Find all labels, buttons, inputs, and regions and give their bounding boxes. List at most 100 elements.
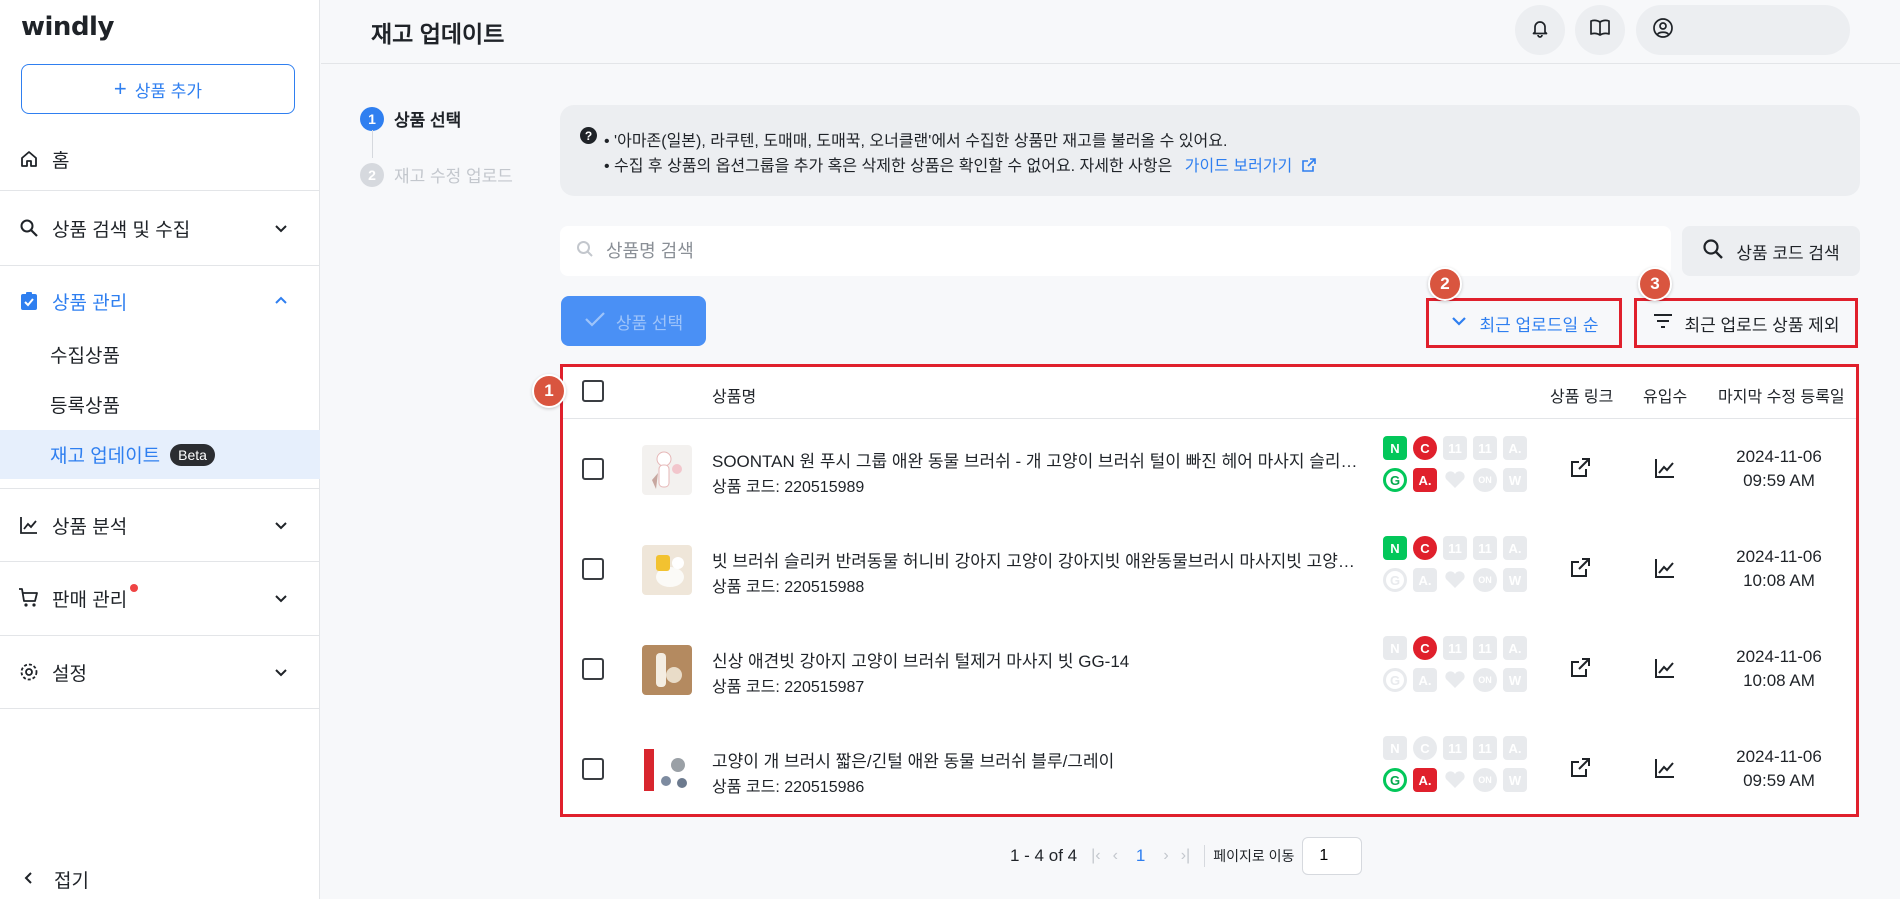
row-checkbox[interactable] [582, 658, 604, 680]
info-notice: ? • '아마존(일본), 라쿠텐, 도매매, 도매꾹, 오너클랜'에서 수집한… [560, 105, 1860, 196]
exclude-recent-filter-button[interactable]: 최근 업로드 상품 제외 [1634, 298, 1858, 348]
prev-page-icon[interactable]: ‹ [1113, 847, 1118, 865]
date: 2024-11-06 [1736, 647, 1822, 666]
table-row[interactable]: 고양이 개 브러시 짧은/긴털 애완 동물 브러쉬 블루/그레이 상품 코드: … [563, 719, 1856, 819]
last-page-icon[interactable]: ›| [1181, 847, 1190, 865]
line-chart-icon[interactable] [1652, 555, 1678, 581]
line-chart-icon[interactable] [1652, 655, 1678, 681]
gmarket-icon: G [1383, 768, 1407, 792]
gear-icon [18, 661, 40, 683]
goto-page-input[interactable] [1302, 837, 1363, 875]
heart-market-icon [1443, 768, 1467, 792]
heart-market-icon [1443, 468, 1467, 492]
product-thumbnail [642, 745, 692, 795]
11st-global-market-icon: 11 [1473, 436, 1497, 460]
chevron-down-icon [272, 663, 290, 681]
date: 2024-11-06 [1736, 547, 1822, 566]
heart-market-icon [1443, 668, 1467, 692]
top-header: 재고 업데이트 [321, 0, 1900, 64]
notification-button[interactable] [1515, 5, 1565, 55]
sidebar-item-settings[interactable]: 설정 [0, 644, 320, 700]
last-modified-date: 2024-11-06 09:59 AM [1719, 445, 1839, 493]
sort-dropdown[interactable]: 최근 업로드일 순 [1426, 298, 1622, 348]
chevron-down-icon [272, 516, 290, 534]
add-product-label: 상품 추가 [134, 81, 203, 101]
first-page-icon[interactable]: |‹ [1091, 847, 1100, 865]
check-icon [584, 310, 606, 333]
external-link-icon[interactable] [1567, 655, 1593, 681]
time: 10:08 AM [1743, 671, 1815, 690]
auction-active-icon: A. [1413, 468, 1437, 492]
table-row[interactable]: 빗 브러쉬 슬리커 반려동물 허니비 강아지 고양이 강아지빗 애완동물브러시 … [563, 519, 1856, 619]
guide-link[interactable]: 가이드 보러가기 [1185, 158, 1317, 175]
external-link-icon[interactable] [1567, 455, 1593, 481]
line-chart-icon[interactable] [1652, 455, 1678, 481]
add-product-button[interactable]: + 상품 추가 [21, 64, 295, 114]
header-product-name: 상품명 [712, 389, 757, 406]
lotteon-market-icon: ON [1473, 468, 1497, 492]
header-product-link: 상품 링크 [1550, 389, 1614, 406]
11st-global-market-icon: 11 [1473, 636, 1497, 660]
user-menu[interactable] [1636, 5, 1850, 55]
step-connector [372, 130, 373, 158]
sidebar-item-analytics[interactable]: 상품 분석 [0, 497, 320, 553]
select-products-button[interactable]: 상품 선택 [561, 296, 706, 346]
time: 09:59 AM [1743, 771, 1815, 790]
info-line-1: • '아마존(일본), 라쿠텐, 도매매, 도매꾹, 오너클랜'에서 수집한 상… [604, 133, 1228, 150]
product-name: 빗 브러쉬 슬리커 반려동물 허니비 강아지 고양이 강아지빗 애완동물브러시 … [712, 552, 1362, 571]
line-chart-icon[interactable] [1652, 755, 1678, 781]
sidebar-subitem-registered[interactable]: 등록상품 [0, 380, 320, 428]
sidebar-item-search-collect[interactable]: 상품 검색 및 수집 [0, 200, 320, 256]
app-logo[interactable]: windly [21, 12, 114, 42]
chevron-down-icon [1450, 312, 1468, 335]
search-icon [1702, 238, 1724, 265]
date: 2024-11-06 [1736, 447, 1822, 466]
wemakeprice-market-icon: W [1503, 768, 1527, 792]
next-page-icon[interactable]: › [1163, 847, 1168, 865]
collapse-sidebar-button[interactable]: 접기 [22, 866, 89, 893]
sidebar-item-label: 홈 [52, 150, 70, 172]
guide-book-button[interactable] [1575, 5, 1625, 55]
page-range: 1 - 4 of 4 [1010, 846, 1078, 865]
product-search-input[interactable] [606, 240, 1506, 262]
step-stock-upload: 2 재고 수정 업로드 [360, 162, 513, 187]
sidebar-subitem-collected[interactable]: 수집상품 [0, 330, 320, 378]
naver-market-icon: N [1383, 736, 1407, 760]
heart-market-icon [1443, 568, 1467, 592]
product-code-search-button[interactable]: 상품 코드 검색 [1682, 226, 1860, 276]
info-line-2: • 수집 후 상품의 옵션그룹을 추가 혹은 삭제한 상품은 확인할 수 없어요… [604, 152, 1317, 176]
sidebar-item-label: 상품 분석 [52, 516, 128, 538]
current-page[interactable]: 1 [1136, 846, 1145, 866]
step-select-product: 1 상품 선택 [360, 106, 461, 131]
lotteon-market-icon: ON [1473, 668, 1497, 692]
wemakeprice-market-icon: W [1503, 568, 1527, 592]
11st-market-icon: 11 [1443, 736, 1467, 760]
plus-icon: + [113, 76, 127, 101]
row-checkbox[interactable] [582, 558, 604, 580]
product-thumbnail [642, 645, 692, 695]
table-row[interactable]: 신상 애견빗 강아지 고양이 브러쉬 털제거 마사지 빗 GG-14 상품 코드… [563, 619, 1856, 719]
lotteon-market-icon: ON [1473, 568, 1497, 592]
row-checkbox[interactable] [582, 458, 604, 480]
wemakeprice-market-icon: W [1503, 668, 1527, 692]
chevron-down-icon [272, 589, 290, 607]
collapse-label: 접기 [54, 871, 89, 892]
table-row[interactable]: SOONTAN 원 푸시 그룹 애완 동물 브러쉬 - 개 고양이 브러쉬 털이… [563, 419, 1856, 519]
external-link-icon[interactable] [1567, 555, 1593, 581]
auction-active-icon: A. [1413, 768, 1437, 792]
goto-page-label: 페이지로 이동 [1213, 848, 1295, 864]
lotteon-market-icon: ON [1473, 768, 1497, 792]
sidebar-item-sales[interactable]: 판매 관리 [0, 570, 320, 626]
auction-market-icon: A. [1503, 536, 1527, 560]
sidebar-subitem-stock-update[interactable]: 재고 업데이트 Beta [0, 430, 320, 479]
auction-market-icon: A. [1503, 636, 1527, 660]
external-link-icon[interactable] [1567, 755, 1593, 781]
coupang-market-icon: C [1413, 436, 1437, 460]
sidebar-item-product-mgmt[interactable]: 상품 관리 [0, 273, 320, 329]
11st-market-icon: 11 [1443, 536, 1467, 560]
row-checkbox[interactable] [582, 758, 604, 780]
sidebar-item-home[interactable]: 홈 [0, 131, 320, 187]
home-icon [18, 148, 40, 170]
sidebar-item-label: 설정 [52, 663, 87, 685]
select-all-checkbox[interactable] [582, 380, 604, 402]
